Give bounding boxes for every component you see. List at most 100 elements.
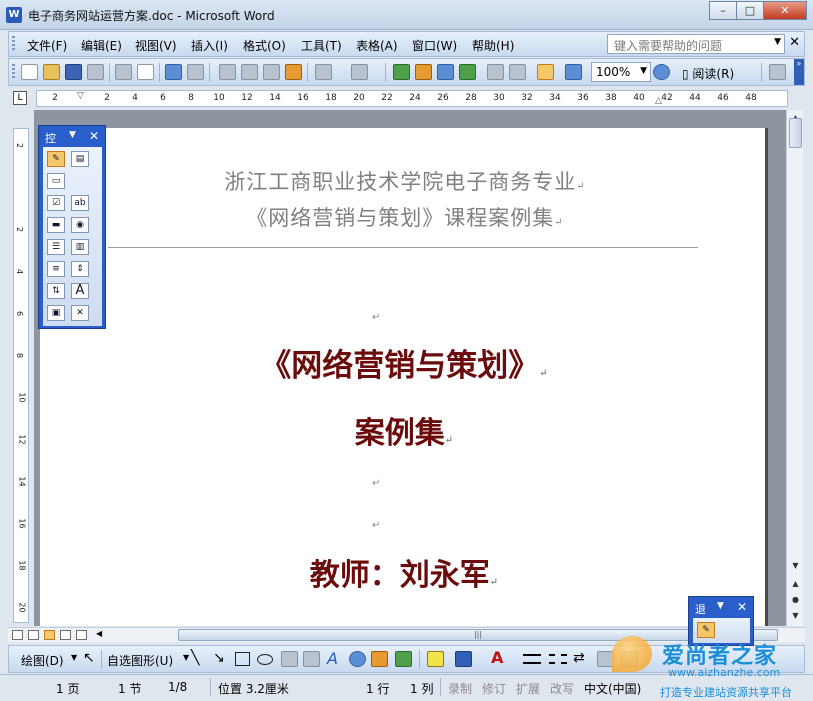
oval-tool-icon[interactable] (257, 654, 273, 665)
vertical-ruler[interactable]: 2 2 4 6 8 10 12 14 16 18 20 (13, 128, 29, 623)
previous-page-icon[interactable]: ▲ (788, 576, 803, 592)
command-button-control-icon[interactable]: ▬ (47, 217, 65, 233)
text-box-icon[interactable] (281, 651, 298, 667)
control-toolbox-panel[interactable]: 控 ▼ ✕ ✎ ▤ ▭ ☑ ab ▬ ◉ ☰ ▥ ≡ ⇕ ⇅ A ▣ ✕ (38, 125, 106, 329)
zoom-select[interactable]: 100% ▼ (591, 62, 651, 82)
reading-view-icon[interactable] (76, 630, 87, 640)
open-folder-icon[interactable] (43, 64, 60, 80)
help-search-input[interactable]: 键入需要帮助的问题 ▼ (607, 34, 785, 54)
control-toolbox-title[interactable]: 控 (45, 130, 56, 146)
draw-menu-button[interactable]: 绘图(D) (21, 652, 64, 669)
document-map-icon[interactable] (537, 64, 554, 80)
horizontal-ruler[interactable]: 2 2 4 6 8 10 12 14 16 18 20 22 24 26 28 … (36, 90, 788, 107)
print-preview-icon[interactable] (137, 64, 154, 80)
drawing-icon[interactable] (509, 64, 526, 80)
status-record[interactable]: 录制 (448, 680, 472, 697)
redo-icon[interactable] (351, 64, 368, 80)
menu-insert[interactable]: 插入(I) (191, 37, 228, 54)
line-style-icon[interactable] (523, 654, 541, 664)
menu-help[interactable]: 帮助(H) (472, 37, 514, 54)
select-objects-icon[interactable]: ↖ (83, 650, 95, 666)
insert-table-icon[interactable] (437, 64, 454, 80)
status-extend[interactable]: 扩展 (516, 680, 540, 697)
print-icon[interactable] (115, 64, 132, 80)
toolbar-grip-icon[interactable] (12, 36, 15, 52)
exit-design-close-button[interactable]: ✕ (737, 600, 747, 614)
save-icon[interactable] (65, 64, 82, 80)
insert-picture-icon[interactable] (395, 651, 412, 667)
textbox-control-icon[interactable]: ab (71, 195, 89, 211)
diagram-icon[interactable] (349, 651, 366, 667)
show-hide-icon[interactable] (565, 64, 582, 80)
more-controls-icon[interactable]: ✕ (71, 305, 89, 321)
read-mode-button[interactable]: ▯ 阅读(R) (682, 65, 734, 82)
spin-button-control-icon[interactable]: ⇕ (71, 261, 89, 277)
paste-icon[interactable] (263, 64, 280, 80)
checkbox-control-icon[interactable]: ☑ (47, 195, 65, 211)
header-line-2[interactable]: 《网络营销与策划》课程案例集↵ (100, 202, 710, 232)
toolbar-grip-icon[interactable] (12, 64, 15, 80)
design-mode-icon[interactable]: ✎ (47, 151, 65, 167)
line-color-icon[interactable] (455, 651, 472, 667)
menu-edit[interactable]: 编辑(E) (81, 37, 122, 54)
view-code-icon[interactable]: ▭ (47, 173, 65, 189)
browse-object-icon[interactable]: ● (788, 592, 803, 608)
research-icon[interactable] (187, 64, 204, 80)
control-toolbox-close-button[interactable]: ✕ (89, 129, 99, 143)
arrow-style-icon[interactable]: ⇄ (573, 650, 585, 666)
combo-box-control-icon[interactable]: ▥ (71, 239, 89, 255)
first-line-indent-icon[interactable]: ▽ (77, 91, 84, 101)
outline-view-icon[interactable] (60, 630, 71, 640)
word-app-icon[interactable]: W (6, 7, 22, 23)
vertical-scrollbar[interactable]: ▲ ▼ ▲ ● ▼ (786, 110, 803, 626)
arrow-tool-icon[interactable]: ↘ (213, 650, 225, 666)
chevron-down-icon[interactable]: ▼ (717, 601, 724, 611)
menu-format[interactable]: 格式(O) (243, 37, 286, 54)
undo-icon[interactable] (315, 64, 332, 80)
columns-icon[interactable] (487, 64, 504, 80)
exit-design-title[interactable]: 退 (695, 601, 706, 617)
minimize-button[interactable]: – (709, 1, 737, 20)
image-control-icon[interactable]: ▣ (47, 305, 65, 321)
document-page[interactable]: 浙江工商职业技术学院电子商务专业↵ 《网络营销与策划》课程案例集↵ ↵ 《网络营… (40, 128, 768, 626)
scroll-down-arrow-icon[interactable]: ▼ (788, 558, 803, 574)
copy-icon[interactable] (241, 64, 258, 80)
maximize-button[interactable]: □ (736, 1, 764, 20)
web-view-icon[interactable] (28, 630, 39, 640)
normal-view-icon[interactable] (12, 630, 23, 640)
chevron-down-icon[interactable]: ▼ (183, 653, 189, 662)
clip-art-icon[interactable] (371, 651, 388, 667)
tables-borders-icon[interactable] (415, 64, 432, 80)
scroll-left-arrow-icon[interactable]: ◀ (96, 629, 102, 638)
autoshapes-button[interactable]: 自选图形(U) (107, 652, 173, 669)
vertical-text-box-icon[interactable] (303, 651, 320, 667)
close-document-button[interactable]: ✕ (789, 35, 800, 50)
properties-icon[interactable]: ▤ (71, 151, 89, 167)
align-icon[interactable] (769, 64, 786, 80)
menu-view[interactable]: 视图(V) (135, 37, 177, 54)
close-window-button[interactable]: ✕ (763, 1, 807, 20)
cut-icon[interactable] (219, 64, 236, 80)
status-track-changes[interactable]: 修订 (482, 680, 506, 697)
tab-selector[interactable]: L (13, 91, 27, 105)
insert-excel-icon[interactable] (459, 64, 476, 80)
print-layout-view-icon[interactable] (44, 630, 55, 640)
menu-window[interactable]: 窗口(W) (412, 37, 457, 54)
dash-style-icon[interactable] (549, 654, 567, 664)
menu-file[interactable]: 文件(F) (27, 37, 67, 54)
chevron-down-icon[interactable]: ▼ (69, 130, 76, 140)
list-box-control-icon[interactable]: ☰ (47, 239, 65, 255)
document-title[interactable]: 《网络营销与策划》↵ (40, 340, 768, 385)
header-line-1[interactable]: 浙江工商职业技术学院电子商务专业↵ (100, 166, 710, 196)
document-subtitle[interactable]: 案例集↵ (40, 408, 768, 452)
toggle-button-control-icon[interactable]: ≡ (47, 261, 65, 277)
menu-tools[interactable]: 工具(T) (301, 37, 342, 54)
hyperlink-icon[interactable] (393, 64, 410, 80)
help-icon[interactable] (653, 64, 670, 80)
vertical-scroll-thumb[interactable] (789, 118, 802, 148)
wordart-icon[interactable]: A (327, 649, 338, 668)
right-indent-icon[interactable]: △ (655, 96, 662, 106)
format-painter-icon[interactable] (285, 64, 302, 80)
chevron-down-icon[interactable]: ▼ (640, 66, 647, 76)
spelling-icon[interactable] (165, 64, 182, 80)
